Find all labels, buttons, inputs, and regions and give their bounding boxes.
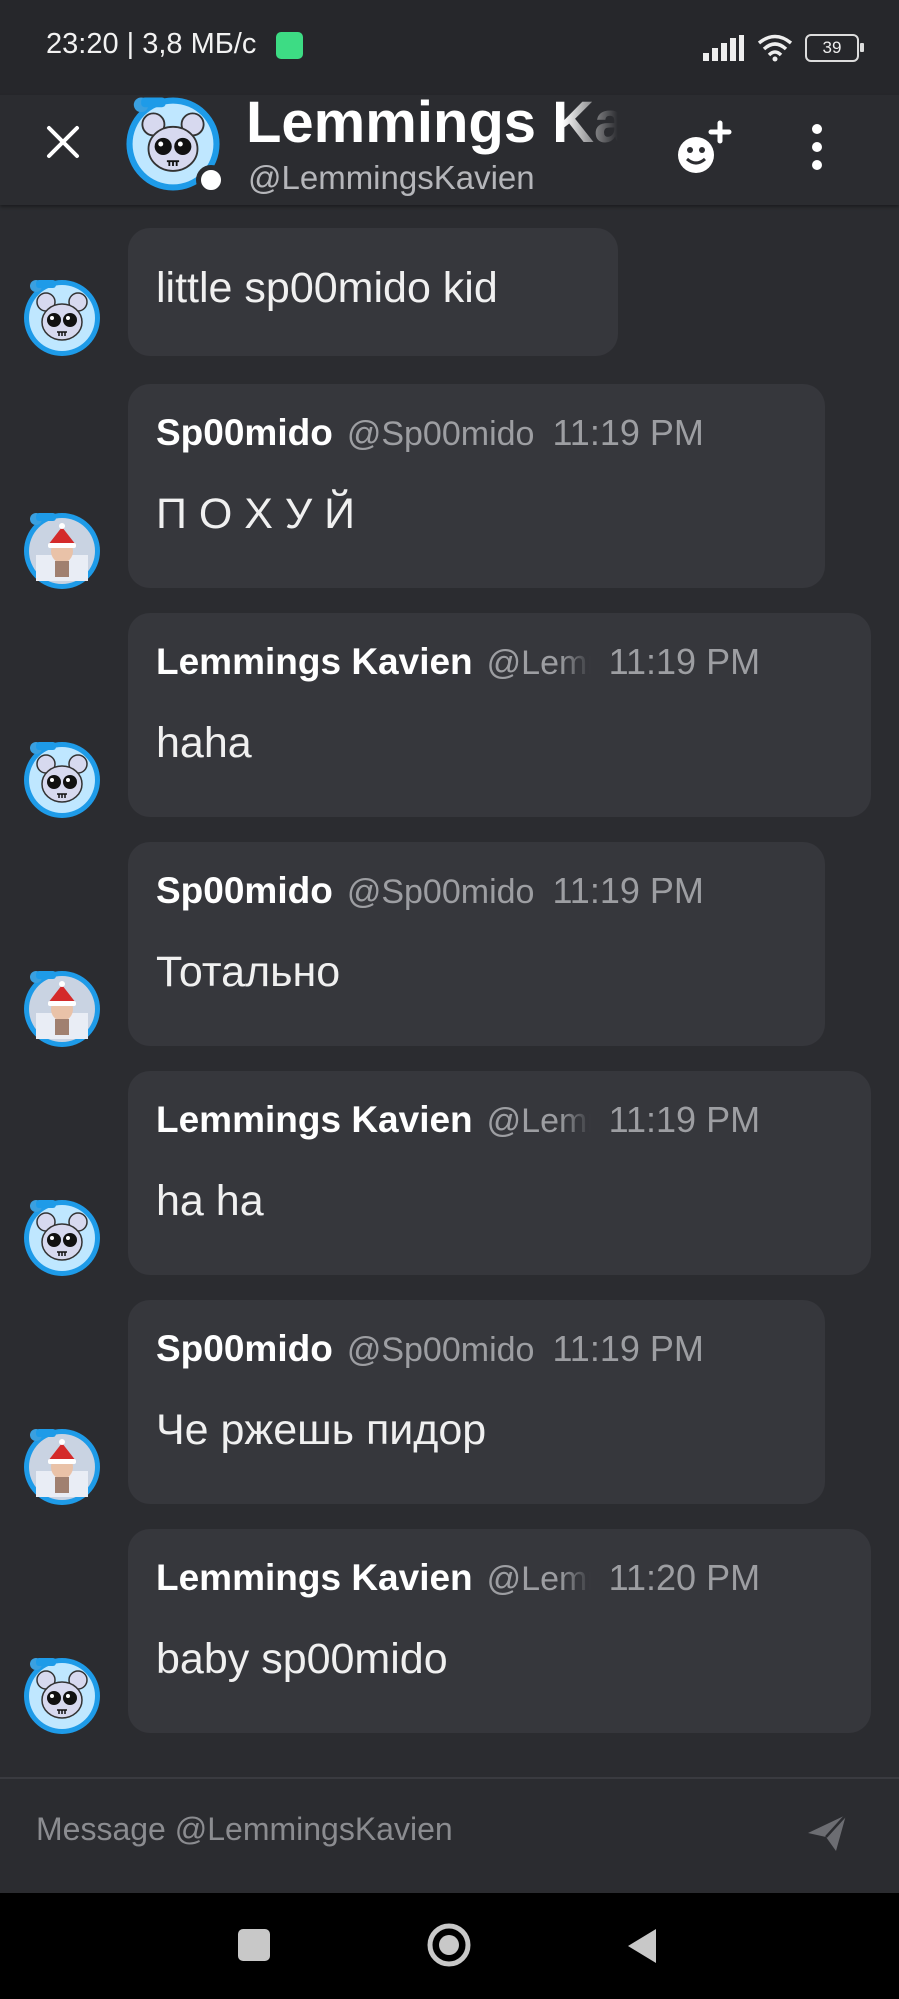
message-avatar[interactable] (22, 1427, 102, 1507)
message-handle: @LemmingsKavien (486, 1560, 591, 1598)
message-author[interactable]: Lemmings Kavien (156, 1099, 473, 1141)
message-avatar[interactable] (22, 1198, 102, 1278)
message-handle: @LemmingsKavien (486, 644, 591, 682)
message-meta: Lemmings Kavien @LemmingsKavien 11:20 PM (156, 1557, 760, 1599)
recents-square-icon[interactable] (238, 1929, 270, 1961)
message-bubble[interactable]: Sp00mido @Sp00mido 11:19 PM Тотально (128, 842, 825, 1046)
message-bubble[interactable]: Sp00mido @Sp00mido 11:19 PM П О Х У Й (128, 384, 825, 588)
message-author[interactable]: Lemmings Kavien (156, 641, 473, 683)
message-item: Lemmings Kavien @LemmingsKavien 11:19 PM… (0, 613, 899, 817)
message-handle: @Sp00mido (346, 1331, 535, 1369)
back-triangle-icon[interactable] (624, 1926, 660, 1966)
notification-icon (276, 32, 303, 59)
message-bubble[interactable]: little sp00mido kid (128, 228, 618, 356)
message-meta: Lemmings Kavien @LemmingsKavien 11:19 PM (156, 641, 760, 683)
message-avatar[interactable] (22, 740, 102, 820)
message-item: Sp00mido @Sp00mido 11:19 PM П О Х У Й (0, 384, 899, 588)
message-author[interactable]: Sp00mido (156, 870, 333, 912)
message-text: haha (156, 719, 252, 767)
more-vertical-icon (812, 124, 822, 170)
message-timestamp: 11:19 PM (552, 870, 704, 911)
message-author[interactable]: Sp00mido (156, 412, 333, 454)
message-bubble[interactable]: Lemmings Kavien @LemmingsKavien 11:19 PM… (128, 613, 871, 817)
message-item: Sp00mido @Sp00mido 11:19 PM Тотально (0, 842, 899, 1046)
message-item: little sp00mido kid (0, 205, 899, 315)
close-icon (47, 126, 79, 158)
message-timestamp: 11:19 PM (608, 1099, 761, 1140)
message-text: Тотально (156, 948, 341, 996)
message-meta: Lemmings Kavien @LemmingsKavien 11:19 PM (156, 1099, 760, 1141)
message-item: Lemmings Kavien @LemmingsKavien 11:19 PM… (0, 1071, 899, 1275)
message-bubble[interactable]: Lemmings Kavien @LemmingsKavien 11:20 PM… (128, 1529, 871, 1733)
message-bubble[interactable]: Sp00mido @Sp00mido 11:19 PM Че ржешь пид… (128, 1300, 825, 1504)
message-timestamp: 11:19 PM (552, 412, 704, 453)
message-text: little sp00mido kid (156, 264, 498, 312)
signal-icon (703, 35, 744, 61)
message-handle: @Sp00mido (346, 415, 535, 453)
wifi-icon (757, 34, 793, 62)
online-status-indicator (196, 165, 226, 195)
message-avatar[interactable] (22, 1656, 102, 1736)
status-bar: 23:20 | 3,8 МБ/с 39 (0, 0, 899, 95)
message-text: Че ржешь пидор (156, 1406, 487, 1454)
status-time: 23:20 | 3,8 МБ/с (46, 28, 257, 60)
message-item: Lemmings Kavien @LemmingsKavien 11:20 PM… (0, 1529, 899, 1733)
close-button[interactable] (38, 117, 88, 167)
message-text: П О Х У Й (156, 490, 356, 538)
message-author[interactable]: Lemmings Kavien (156, 1557, 473, 1599)
message-text: ha ha (156, 1177, 264, 1225)
message-timestamp: 11:20 PM (608, 1557, 761, 1598)
system-nav-bar (0, 1893, 899, 1999)
send-button[interactable] (802, 1807, 852, 1857)
battery-icon: 39 (805, 34, 864, 62)
message-avatar[interactable] (22, 969, 102, 1049)
chat-header: Lemmings Kavien @LemmingsKavien (0, 90, 899, 205)
message-handle: @Sp00mido (346, 873, 535, 911)
message-handle: @LemmingsKavien (486, 1102, 591, 1140)
more-options-button[interactable] (790, 117, 844, 177)
message-bubble[interactable]: Lemmings Kavien @LemmingsKavien 11:19 PM… (128, 1071, 871, 1275)
conversation-handle: @LemmingsKavien (248, 159, 535, 196)
message-timestamp: 11:19 PM (608, 641, 761, 682)
message-meta: Sp00mido @Sp00mido 11:19 PM (156, 870, 704, 912)
message-meta: Sp00mido @Sp00mido 11:19 PM (156, 412, 704, 454)
home-circle-icon[interactable] (425, 1921, 473, 1969)
message-meta: Sp00mido @Sp00mido 11:19 PM (156, 1328, 704, 1370)
message-text: baby sp00mido (156, 1635, 448, 1683)
send-icon (808, 1814, 847, 1851)
message-author[interactable]: Sp00mido (156, 1328, 333, 1370)
message-item: Sp00mido @Sp00mido 11:19 PM Че ржешь пид… (0, 1300, 899, 1504)
message-list[interactable]: little sp00mido kid Sp00mido @Sp00mido 1… (0, 205, 899, 1777)
add-friend-icon (678, 120, 732, 173)
message-avatar[interactable] (22, 278, 102, 358)
message-input[interactable]: Message @LemmingsKavien (36, 1811, 453, 1848)
message-avatar[interactable] (22, 511, 102, 591)
conversation-title: Lemmings Kavien (246, 90, 618, 155)
message-timestamp: 11:19 PM (552, 1328, 704, 1369)
add-friend-button[interactable] (672, 117, 736, 181)
message-composer: Message @LemmingsKavien (0, 1777, 899, 1895)
status-icons: 39 (703, 30, 864, 66)
